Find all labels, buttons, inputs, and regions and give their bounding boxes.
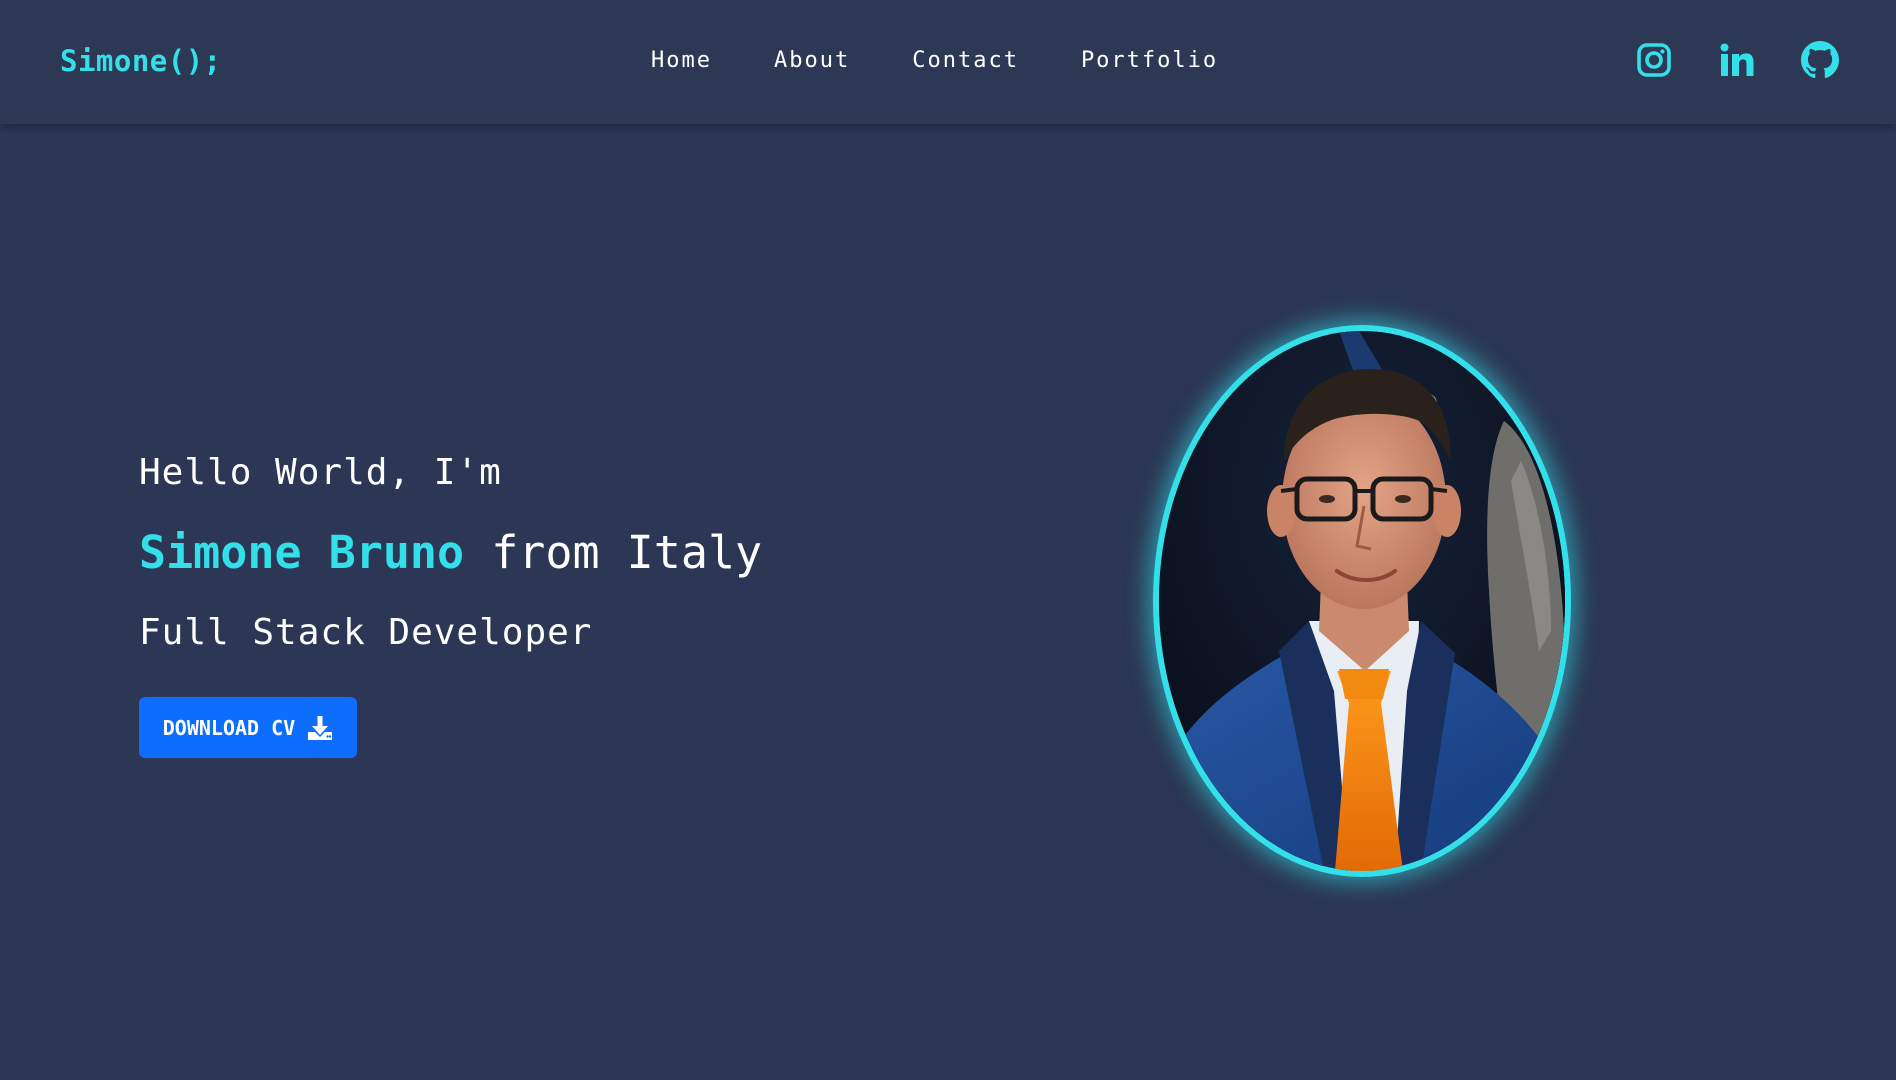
linkedin-icon (1720, 43, 1754, 76)
site-logo[interactable]: Simone(); (60, 44, 222, 78)
profile-photo (1153, 325, 1571, 877)
github-icon (1801, 41, 1839, 79)
github-link[interactable] (1800, 40, 1840, 80)
download-cv-label: DOWNLOAD CV (162, 715, 296, 740)
download-cv-button[interactable]: DOWNLOAD CV (139, 697, 357, 758)
instagram-icon (1637, 43, 1671, 77)
profile-portrait-illustration (1159, 331, 1565, 871)
nav-portfolio-link[interactable]: Portfolio (1081, 48, 1218, 73)
linkedin-link[interactable] (1717, 40, 1757, 80)
social-links (1634, 40, 1840, 80)
nav-contact-link[interactable]: Contact (912, 48, 1019, 73)
download-icon (308, 715, 333, 740)
hero-headline: Simone Bruno from Italy (139, 523, 762, 583)
nav-home-link[interactable]: Home (651, 48, 712, 73)
site-header: Simone(); Home About Contact Portfolio (0, 0, 1896, 124)
hero-greeting: Hello World, I'm (139, 452, 502, 493)
hero-role: Full Stack Developer (139, 612, 593, 653)
nav-about-link[interactable]: About (774, 48, 850, 73)
hero-intro: Hello World, I'm Simone Bruno from Italy… (139, 448, 762, 658)
instagram-link[interactable] (1634, 40, 1674, 80)
hero-origin: from Italy (464, 526, 763, 579)
hero-name: Simone Bruno (139, 526, 465, 579)
main-nav: Home About Contact Portfolio (651, 48, 1218, 73)
